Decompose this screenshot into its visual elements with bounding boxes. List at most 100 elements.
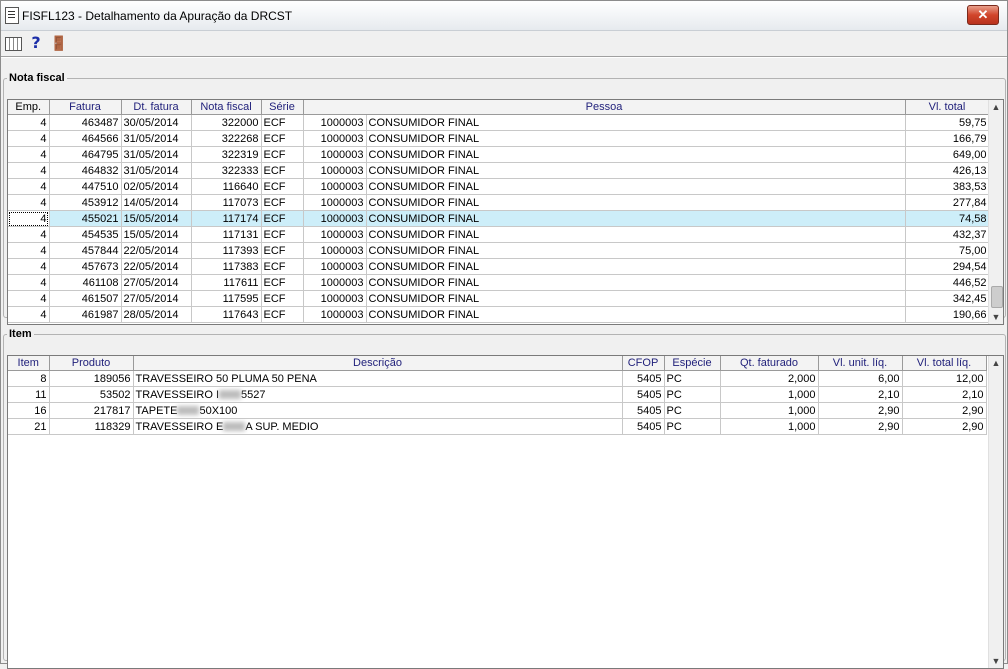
col-header-nota-fiscal[interactable]: Nota fiscal xyxy=(191,100,262,115)
col-header-qt-faturado[interactable]: Qt. faturado xyxy=(720,356,819,371)
cell-cfop: 5405 xyxy=(622,370,665,387)
cell-fatura: 464566 xyxy=(49,130,122,147)
cell-serie: ECF xyxy=(261,226,304,243)
table-row[interactable]: 4 463487 30/05/2014 322000 ECF 1000003 CONSUMI… xyxy=(8,114,990,131)
cell-pessoa-nome: CONSUMIDOR FINAL xyxy=(366,306,906,323)
scroll-down-icon[interactable]: ▼ xyxy=(989,654,1003,668)
cell-emp: 4 xyxy=(8,226,50,243)
table-row[interactable]: 4 461507 27/05/2014 117595 ECF 1000003 CONSUMI… xyxy=(8,290,990,307)
cell-pessoa-nome: CONSUMIDOR FINAL xyxy=(366,274,906,291)
cell-cfop: 5405 xyxy=(622,386,665,403)
title-bar[interactable]: FISFL123 - Detalhamento da Apuração da D… xyxy=(1,1,1007,31)
col-header-serie[interactable]: Série xyxy=(261,100,304,115)
cell-nota-fiscal: 117611 xyxy=(191,274,262,291)
redacted-text xyxy=(177,406,200,416)
close-button[interactable]: ✕ xyxy=(967,5,999,25)
scroll-up-icon[interactable]: ▲ xyxy=(989,100,1003,114)
cell-pessoa-nome: CONSUMIDOR FINAL xyxy=(366,146,906,163)
table-row[interactable]: 4 457673 22/05/2014 117383 ECF 1000003 CONSUMI… xyxy=(8,258,990,275)
col-header-vl-total-liq[interactable]: Vl. total líq. xyxy=(902,356,987,371)
table-row[interactable]: 4 461108 27/05/2014 117611 ECF 1000003 CONSUMI… xyxy=(8,274,990,291)
nota-fiscal-scrollbar[interactable]: ▲ ▼ xyxy=(988,100,1003,324)
cell-fatura: 457844 xyxy=(49,242,122,259)
table-row[interactable]: 11 53502 TRAVESSEIRO I 5527 5405 PC 1,000 2,10 2… xyxy=(8,386,987,403)
cell-vl-unit-liq: 2,90 xyxy=(818,418,903,435)
table-row[interactable]: 4 464832 31/05/2014 322333 ECF 1000003 CONSUMI… xyxy=(8,162,990,179)
cell-item: 8 xyxy=(8,370,50,387)
cell-dt-fatura: 27/05/2014 xyxy=(121,290,192,307)
cell-dt-fatura: 14/05/2014 xyxy=(121,194,192,211)
cell-serie: ECF xyxy=(261,242,304,259)
window-title: FISFL123 - Detalhamento da Apuração da D… xyxy=(22,9,293,23)
scroll-down-icon[interactable]: ▼ xyxy=(989,310,1003,324)
cell-serie: ECF xyxy=(261,210,304,227)
col-header-especie[interactable]: Espécie xyxy=(664,356,721,371)
col-header-vl-total[interactable]: Vl. total xyxy=(905,100,990,115)
item-header: Item Produto Descrição CFOP Espécie Qt. … xyxy=(8,356,987,371)
col-header-pessoa[interactable]: Pessoa xyxy=(303,100,906,115)
grid-view-button[interactable] xyxy=(4,34,22,52)
window: FISFL123 - Detalhamento da Apuração da D… xyxy=(0,0,1008,669)
cell-fatura: 464795 xyxy=(49,146,122,163)
nota-fiscal-group: Nota fiscal Emp. Fatura Dt. fatura Nota … xyxy=(3,72,1006,325)
table-row[interactable]: 4 447510 02/05/2014 116640 ECF 1000003 CONSUMI… xyxy=(8,178,990,195)
cell-dt-fatura: 22/05/2014 xyxy=(121,258,192,275)
cell-nota-fiscal: 117174 xyxy=(191,210,262,227)
cell-dt-fatura: 30/05/2014 xyxy=(121,114,192,131)
col-header-emp[interactable]: Emp. xyxy=(8,100,50,115)
cell-fatura: 464832 xyxy=(49,162,122,179)
table-row[interactable]: 4 453912 14/05/2014 117073 ECF 1000003 CONSUMI… xyxy=(8,194,990,211)
cell-dt-fatura: 28/05/2014 xyxy=(121,306,192,323)
cell-pessoa-codigo: 1000003 xyxy=(303,258,367,275)
cell-produto: 53502 xyxy=(49,386,134,403)
table-row[interactable]: 4 464795 31/05/2014 322319 ECF 1000003 CONSUMI… xyxy=(8,146,990,163)
table-row[interactable]: 4 464566 31/05/2014 322268 ECF 1000003 CONSUMI… xyxy=(8,130,990,147)
cell-emp: 4 xyxy=(8,146,50,163)
cell-dt-fatura: 31/05/2014 xyxy=(121,130,192,147)
cell-vl-total-liq: 2,90 xyxy=(902,402,987,419)
table-row[interactable]: 4 457844 22/05/2014 117393 ECF 1000003 CONSUMI… xyxy=(8,242,990,259)
table-row[interactable]: 4 454535 15/05/2014 117131 ECF 1000003 CONSUMI… xyxy=(8,226,990,243)
cell-emp: 4 xyxy=(8,194,50,211)
col-header-produto[interactable]: Produto xyxy=(49,356,134,371)
cell-vl-total: 649,00 xyxy=(905,146,990,163)
cell-serie: ECF xyxy=(261,146,304,163)
cell-pessoa-codigo: 1000003 xyxy=(303,114,367,131)
scroll-up-icon[interactable]: ▲ xyxy=(989,356,1003,370)
cell-pessoa-codigo: 1000003 xyxy=(303,210,367,227)
table-row[interactable]: 21 118329 TRAVESSEIRO E A SUP. MEDIO 5405 PC 1… xyxy=(8,418,987,435)
item-group: Item Item Produto Descrição CFOP Espécie… xyxy=(3,328,1006,669)
cell-vl-total: 383,53 xyxy=(905,178,990,195)
table-row[interactable]: 8 189056 TRAVESSEIRO 50 PLUMA 50 PENA 5405 P… xyxy=(8,370,987,387)
help-button[interactable]: ? xyxy=(27,34,45,52)
door-exit-icon: 🚪 xyxy=(50,35,68,51)
cell-nota-fiscal: 117595 xyxy=(191,290,262,307)
table-row[interactable]: 16 217817 TAPETE 50X100 5405 PC 1,000 2,90 2,90 xyxy=(8,402,987,419)
col-header-cfop[interactable]: CFOP xyxy=(622,356,665,371)
col-header-item[interactable]: Item xyxy=(8,356,50,371)
col-header-dt-fatura[interactable]: Dt. fatura xyxy=(121,100,192,115)
scroll-thumb[interactable] xyxy=(991,286,1003,308)
descricao-text-suffix: 5527 xyxy=(241,388,266,401)
table-row[interactable]: 4 455021 15/05/2014 117174 ECF 1000003 CONSUMI… xyxy=(8,210,990,227)
redacted-text xyxy=(223,422,246,432)
table-row[interactable]: 4 461987 28/05/2014 117643 ECF 1000003 CONSUMI… xyxy=(8,306,990,323)
cell-vl-total-liq: 2,90 xyxy=(902,418,987,435)
cell-dt-fatura: 31/05/2014 xyxy=(121,146,192,163)
col-header-fatura[interactable]: Fatura xyxy=(49,100,122,115)
col-header-vl-unit-liq[interactable]: Vl. unit. líq. xyxy=(818,356,903,371)
cell-fatura: 454535 xyxy=(49,226,122,243)
col-header-descricao[interactable]: Descrição xyxy=(133,356,623,371)
cell-emp: 4 xyxy=(8,162,50,179)
exit-button[interactable]: 🚪 xyxy=(50,34,68,52)
cell-pessoa-codigo: 1000003 xyxy=(303,226,367,243)
cell-descricao: TRAVESSEIRO 50 PLUMA 50 PENA xyxy=(133,370,623,387)
nota-fiscal-grid[interactable]: Emp. Fatura Dt. fatura Nota fiscal Série… xyxy=(7,99,1004,325)
cell-descricao: TAPETE 50X100 xyxy=(133,402,623,419)
item-grid[interactable]: Item Produto Descrição CFOP Espécie Qt. … xyxy=(7,355,1004,669)
cell-descricao: TRAVESSEIRO E A SUP. MEDIO xyxy=(133,418,623,435)
cell-item: 21 xyxy=(8,418,50,435)
document-icon xyxy=(5,7,19,24)
item-scrollbar[interactable]: ▲ ▼ xyxy=(988,356,1003,668)
cell-pessoa-nome: CONSUMIDOR FINAL xyxy=(366,130,906,147)
